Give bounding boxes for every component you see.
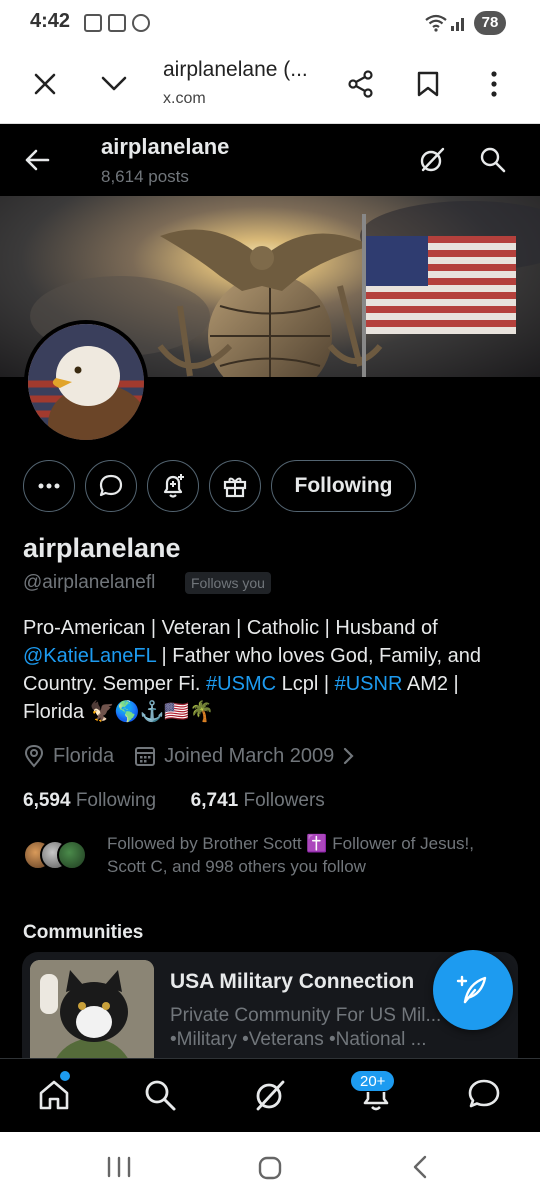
gift-icon [223,477,247,498]
bell-plus-icon [163,474,184,498]
back-arrow-icon[interactable] [24,148,50,172]
followed-by-text[interactable]: Followed by Brother Scott ✝️ Follower of… [107,832,517,878]
notification-count-badge: 20+ [350,1070,396,1092]
bio-hashtag-usnr[interactable]: #USNR [335,673,403,695]
status-bar: 4:42 78 [0,0,540,46]
profile-avatar[interactable] [24,320,148,444]
top-bar-profile-name: airplanelane [101,134,230,159]
follower-avatar [57,840,87,870]
community-cat-image [30,960,154,1058]
location-pin-icon [24,744,44,768]
compose-post-button[interactable] [433,950,513,1030]
recent-apps-icon[interactable] [106,1156,132,1178]
bottom-navigation: 20+ [0,1058,540,1132]
more-options-button[interactable] [23,460,75,512]
compose-feather-icon [456,975,487,1004]
message-bubble-icon [99,474,123,497]
followers-label: Followers [243,790,325,811]
signal-icon [451,18,464,31]
wifi-icon [425,14,447,32]
notifications-subscribe-button[interactable] [147,460,199,512]
nav-home[interactable] [32,1073,76,1117]
gift-button[interactable] [209,460,261,512]
nav-messages[interactable] [462,1073,506,1117]
calendar-icon [135,747,156,766]
community-name: USA Military Connection [170,970,415,993]
grok-icon[interactable] [418,146,446,174]
profile-page: airplanelane 8,614 posts Following airpl… [0,124,540,1058]
communities-heading: Communities [23,922,144,943]
more-vertical-icon[interactable] [488,70,500,98]
follow-stats: 6,594 Following 6,741 Followers [23,790,325,812]
calendar-icon [108,14,126,32]
search-icon [145,1080,176,1111]
followers-count: 6,741 [190,790,239,811]
bookmark-icon[interactable] [416,70,440,98]
browser-url[interactable]: x.com [163,90,206,108]
android-navigation-bar [0,1132,540,1200]
following-button[interactable]: Following [271,460,416,512]
following-label: Following [75,790,157,811]
back-icon[interactable] [410,1154,430,1180]
profile-display-name: airplanelane [23,533,181,563]
more-horizontal-icon [38,483,60,489]
home-notification-dot [60,1071,70,1081]
close-icon[interactable] [33,72,57,96]
avatar-eagle-image [28,324,144,440]
bio-text: Lcpl | [276,673,335,695]
nav-grok[interactable] [248,1073,292,1117]
search-icon[interactable] [479,146,507,174]
home-icon [39,1080,69,1110]
profile-top-bar: airplanelane 8,614 posts [0,124,540,196]
community-image [30,960,154,1058]
bio-emojis: 🦅🌎⚓🇺🇸🌴 [89,701,215,723]
bio-hashtag-usmc[interactable]: #USMC [206,673,276,695]
grok-icon [256,1080,285,1111]
bio-text: Pro-American | Veteran | Catholic | Husb… [23,617,438,639]
following-stat[interactable]: 6,594 Following [23,790,156,811]
status-time: 4:42 [30,10,71,32]
chevron-down-icon[interactable] [100,75,128,93]
chevron-right-icon[interactable] [342,746,354,766]
profile-joined-date: Joined March 2009 [164,744,335,767]
home-button-icon[interactable] [257,1155,283,1181]
profile-meta-row: Florida Joined March 2009 [23,742,362,770]
followers-stat[interactable]: 6,741 Followers [191,790,325,811]
profile-handle: @airplanelanefl [23,572,156,593]
follows-you-badge: Follows you [185,572,271,594]
profile-location: Florida [53,744,115,767]
message-button[interactable] [85,460,137,512]
bio-mention-link[interactable]: @KatieLaneFL [23,645,156,667]
following-count: 6,594 [23,790,71,811]
browser-page-title: airplanelane (... [163,58,308,81]
posts-count: 8,614 posts [101,167,189,186]
nav-explore[interactable] [138,1073,182,1117]
message-bubble-icon [468,1079,500,1108]
browser-toolbar: airplanelane (... x.com [0,46,540,124]
screenshot-icon [84,14,102,32]
share-icon[interactable] [347,70,375,98]
profile-bio: Pro-American | Veteran | Catholic | Husb… [23,614,518,726]
battery-indicator: 78 [474,11,506,35]
soccer-ball-icon [132,14,150,32]
